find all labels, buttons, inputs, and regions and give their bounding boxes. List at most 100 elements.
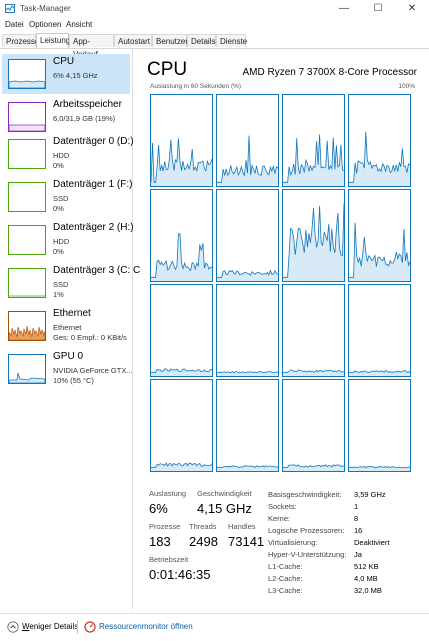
disk-thumbnail-graph: [8, 139, 46, 169]
close-button[interactable]: ✕: [395, 0, 429, 18]
sidebar-item-datentraeger-0[interactable]: Datenträger 0 (D:) HDD 0%: [2, 134, 134, 174]
resource-monitor-icon[interactable]: [84, 621, 96, 633]
processor-usage-plot: [151, 233, 212, 281]
sidebar-item-arbeitsspeicher[interactable]: Arbeitsspeicher 6,0/31,9 GB (19%): [2, 97, 130, 137]
processor-usage-plot: [217, 370, 278, 376]
processor-usage-plot: [151, 138, 212, 186]
sidebar-item-label: Datenträger 3 (C: C: [53, 265, 141, 276]
tab-dienste[interactable]: Dienste: [216, 34, 247, 47]
fewer-details-label: eniger Details: [29, 622, 79, 631]
sidebar-item-usage: 0%: [53, 247, 64, 256]
detail-l3-cache-value: 32,0 MB: [354, 586, 382, 595]
minimize-button[interactable]: —: [327, 0, 361, 18]
graph-max-label: 100%: [398, 83, 415, 90]
sidebar-item-datentraeger-2[interactable]: Datenträger 2 (H:) HDD 0%: [2, 220, 134, 260]
task-manager-icon: [5, 4, 15, 13]
geschwindigkeit-value: 4,15 GHz: [197, 501, 252, 516]
processor-usage-area: [283, 134, 344, 186]
processor-usage-area: [217, 270, 278, 281]
processor-usage-plot: [283, 369, 344, 376]
logical-processor-graph: [150, 189, 213, 282]
window-title: Task-Manager: [20, 4, 71, 13]
detail-l3-cache-label: L3-Cache:: [268, 586, 303, 595]
processor-usage-plot: [283, 464, 344, 471]
sidebar-item-usage: 1%: [53, 290, 64, 299]
footer-separator: [77, 620, 78, 634]
menu-optionen[interactable]: Optionen: [29, 20, 61, 29]
detail-hyper-v-value: Ja: [354, 550, 362, 559]
maximize-button[interactable]: ☐: [361, 0, 395, 18]
detail-hyper-v-label: Hyper-V-Unterstützung:: [268, 550, 347, 559]
geschwindigkeit-label: Geschwindigkeit: [197, 489, 252, 498]
auslastung-label: Auslastung: [149, 489, 187, 498]
tab-benutzer[interactable]: Benutzer: [152, 34, 188, 47]
detail-sockets-label: Sockets:: [268, 502, 297, 511]
sidebar-item-ethernet[interactable]: Ethernet Ethernet Ges: 0 Empf.: 0 KBit/s: [2, 306, 130, 346]
memory-thumbnail-graph: [8, 102, 46, 132]
sidebar-item-datentraeger-1[interactable]: Datenträger 1 (F:) SSD 0%: [2, 177, 133, 217]
disk-thumbnail-graph: [8, 225, 46, 255]
detail-virtualisierung-label: Virtualisierung:: [268, 538, 318, 547]
processor-usage-area: [349, 131, 410, 186]
tab-app-verlauf[interactable]: App-Verlauf: [69, 34, 114, 59]
resource-monitor-link[interactable]: Ressourcenmonitor öffnen: [99, 622, 193, 631]
betriebszeit-value: 0:01:46:35: [149, 567, 211, 582]
detail-l1-cache-value: 512 KB: [354, 562, 379, 571]
logical-processor-graphs: [150, 94, 414, 473]
sidebar-item-detail: 6% 4,15 GHz: [53, 71, 98, 80]
sidebar-item-cpu[interactable]: CPU 6% 4,15 GHz: [2, 54, 130, 94]
processor-usage-area: [349, 222, 410, 281]
sidebar-item-label: Ethernet: [53, 308, 91, 319]
fewer-details-link[interactable]: Weniger Details: [22, 622, 78, 631]
logical-processor-graph: [348, 284, 411, 377]
logical-processor-graph: [216, 189, 279, 282]
logical-processor-graph: [216, 284, 279, 377]
processor-usage-plot: [349, 466, 410, 471]
processor-usage-plot: [217, 269, 278, 281]
sidebar-item-type: HDD: [53, 151, 70, 160]
auslastung-value: 6%: [149, 501, 168, 516]
logical-processor-graph: [282, 94, 345, 187]
sidebar-item-label: CPU: [53, 56, 75, 67]
sidebar-item-throughput: Ges: 0 Empf.: 0 KBit/s: [53, 333, 127, 342]
detail-l2-cache-value: 4,0 MB: [354, 574, 378, 583]
sidebar-item-gpu-model: NVIDIA GeForce GTX...: [53, 366, 133, 375]
processor-usage-plot: [151, 462, 212, 471]
sidebar-item-type: SSD: [53, 280, 69, 289]
tab-prozesse[interactable]: Prozesse: [2, 34, 39, 47]
tab-details[interactable]: Details: [187, 34, 216, 47]
handles-value: 73141: [228, 534, 265, 549]
processor-usage-plot: [349, 370, 410, 376]
logical-processor-graph: [348, 94, 411, 187]
sidebar-item-detail: 6,0/31,9 GB (19%): [53, 114, 116, 123]
footer-bar: Weniger Details Ressourcenmonitor öffnen: [0, 613, 429, 641]
cpu-thumbnail-graph: [8, 59, 46, 89]
chevron-up-icon[interactable]: [7, 621, 19, 633]
tab-leistung[interactable]: Leistung: [36, 33, 70, 48]
sidebar-item-label: Datenträger 2 (H:): [53, 222, 134, 233]
menu-datei[interactable]: Datei: [5, 20, 24, 29]
menu-ansicht[interactable]: Ansicht: [66, 20, 92, 29]
processor-usage-plot: [217, 135, 278, 186]
gpu-thumbnail-graph: [8, 354, 46, 384]
logical-processor-graph: [216, 379, 279, 472]
processor-usage-area: [217, 135, 278, 186]
page-title: CPU: [147, 59, 188, 80]
sidebar-item-gpu-0[interactable]: GPU 0 NVIDIA GeForce GTX... 10% (55 °C): [2, 349, 133, 389]
handles-label: Handles: [228, 522, 256, 531]
processor-usage-plot: [283, 203, 344, 281]
sidebar-item-datentraeger-3[interactable]: Datenträger 3 (C: C SSD 1%: [2, 263, 140, 303]
tab-autostart[interactable]: Autostart: [114, 34, 152, 47]
sidebar-item-usage: 0%: [53, 161, 64, 170]
logical-processor-graph: [150, 94, 213, 187]
detail-basisgeschwindigkeit-label: Basisgeschwindigkeit:: [268, 490, 342, 499]
processor-usage-area: [151, 463, 212, 471]
processor-usage-plot: [283, 134, 344, 186]
cpu-model-name: AMD Ryzen 7 3700X 8-Core Processor: [242, 67, 417, 78]
processor-usage-plot: [349, 222, 410, 281]
detail-l2-cache-label: L2-Cache:: [268, 574, 303, 583]
sidebar-item-label: Datenträger 1 (F:): [53, 179, 133, 190]
sidebar-item-usage: 0%: [53, 204, 64, 213]
betriebszeit-label: Betriebszeit: [149, 555, 189, 564]
detail-basisgeschwindigkeit-value: 3,59 GHz: [354, 490, 386, 499]
